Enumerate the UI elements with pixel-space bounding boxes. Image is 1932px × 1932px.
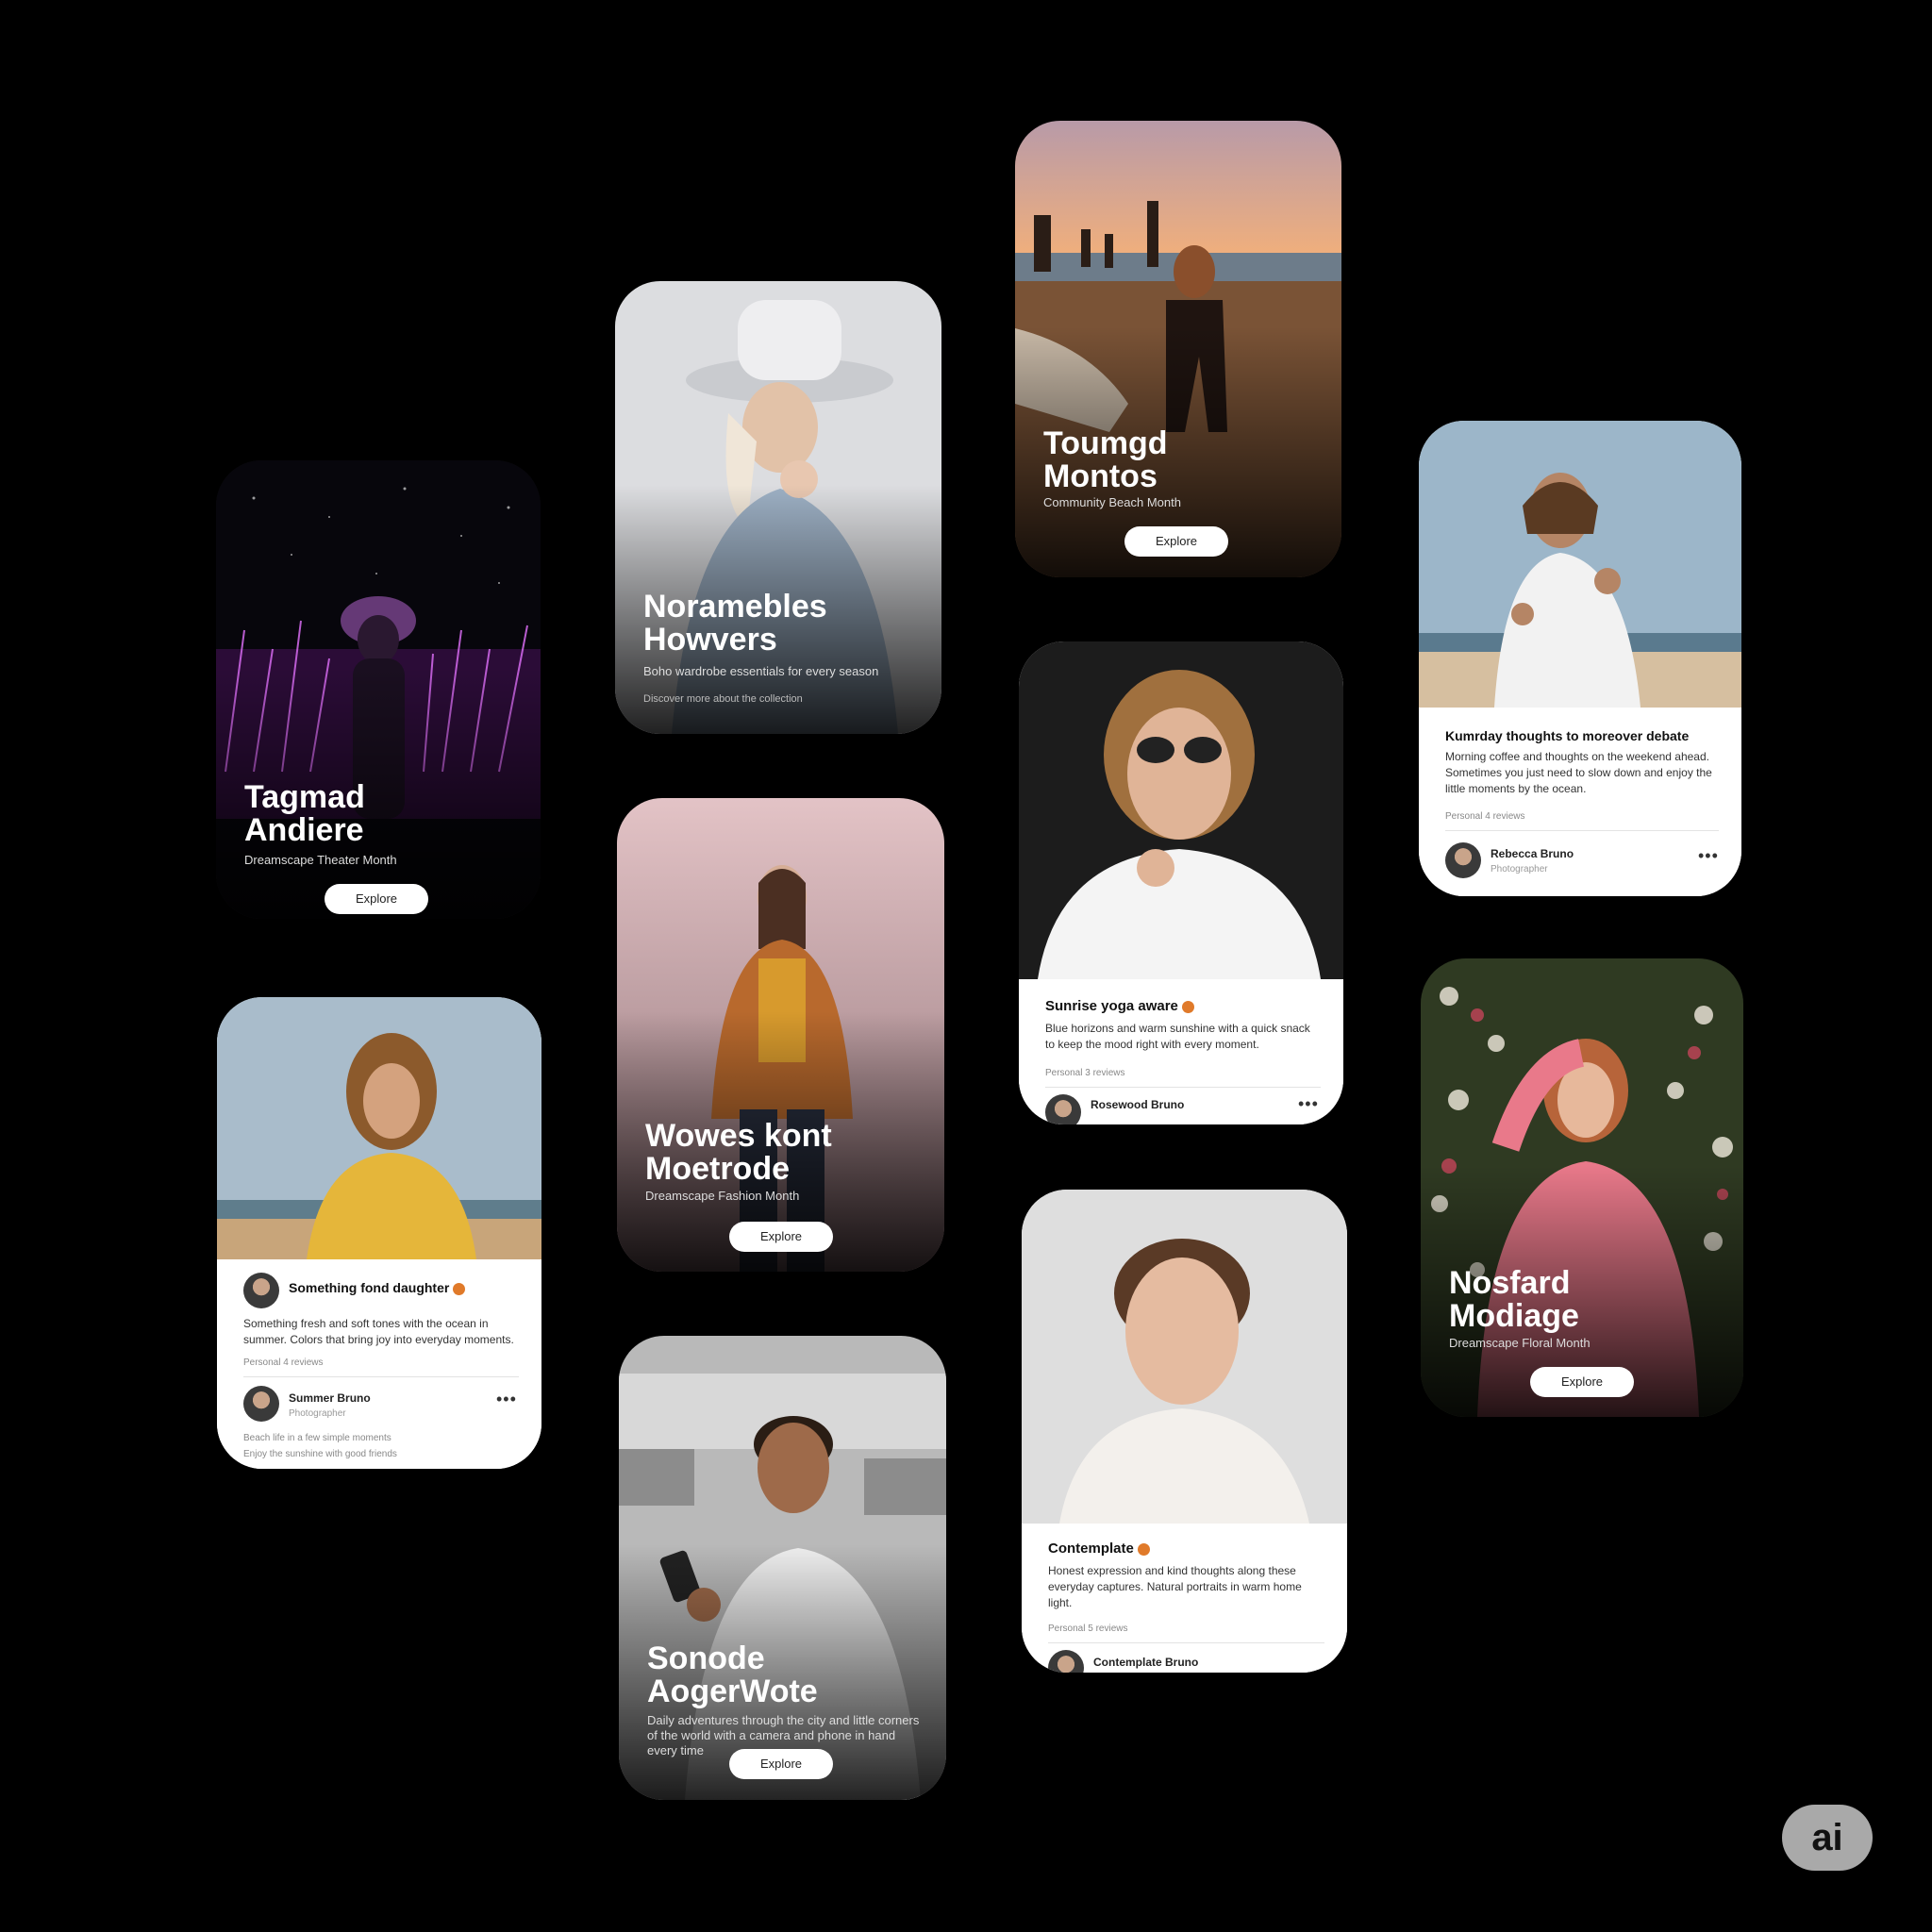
author-name[interactable]: Contemplate Bruno xyxy=(1093,1656,1198,1669)
author-name[interactable]: Summer Bruno xyxy=(289,1391,371,1405)
card-contemplate-post[interactable]: Contemplate Honest expression and kind t… xyxy=(1022,1190,1347,1673)
card-photo xyxy=(1419,421,1741,708)
explore-button[interactable]: Explore xyxy=(729,1749,833,1779)
divider xyxy=(1045,1087,1321,1088)
post-meta: Personal 4 reviews xyxy=(1445,811,1525,822)
card-title: Wowes kont Moetrode xyxy=(645,1118,832,1187)
card-subtitle: Dreamscape Fashion Month xyxy=(645,1189,800,1203)
emoji-icon xyxy=(453,1282,466,1295)
more-options-icon[interactable]: ••• xyxy=(496,1390,517,1409)
author-avatar[interactable] xyxy=(243,1273,279,1308)
explore-button[interactable]: Explore xyxy=(1124,526,1228,557)
post-footnote: Enjoy the sunshine with good friends xyxy=(243,1449,397,1459)
ai-badge-icon: ai xyxy=(1782,1805,1873,1871)
post-title: Contemplate xyxy=(1048,1541,1150,1557)
card-wowes-kont[interactable]: Wowes kont Moetrode Dreamscape Fashion Mo… xyxy=(617,798,944,1272)
divider xyxy=(1048,1642,1324,1643)
post-title-text: Sunrise yoga aware xyxy=(1045,998,1178,1014)
card-toumgd-montos[interactable]: Toumgd Montos Community Beach Month Explo… xyxy=(1015,121,1341,577)
emoji-icon xyxy=(1137,1542,1150,1556)
post-body: Morning coffee and thoughts on the weeke… xyxy=(1445,750,1712,795)
author-role: Photographer xyxy=(289,1408,346,1419)
post-title-text: Contemplate xyxy=(1048,1541,1134,1557)
card-title: Nosfard Modiage xyxy=(1449,1265,1579,1334)
card-subtitle: Boho wardrobe essentials for every seaso… xyxy=(643,664,879,678)
post-panel: Sunrise yoga aware Blue horizons and war… xyxy=(1019,979,1343,1124)
post-panel: Kumrday thoughts to moreover debate Morn… xyxy=(1419,708,1741,896)
author-avatar[interactable] xyxy=(1445,842,1481,878)
card-footnote: Discover more about the collection xyxy=(643,693,803,705)
author-avatar[interactable] xyxy=(1048,1650,1084,1673)
card-photo xyxy=(1022,1190,1347,1524)
post-title-text: Something fond daughter xyxy=(289,1280,450,1295)
card-sonode-aogerwote[interactable]: Sonode AogerWote Daily adventures through… xyxy=(619,1336,946,1800)
author-avatar[interactable] xyxy=(1045,1094,1081,1124)
post-meta: Personal 5 reviews xyxy=(1048,1624,1128,1634)
more-options-icon[interactable]: ••• xyxy=(1698,846,1719,866)
post-body: Something fresh and soft tones with the … xyxy=(243,1317,514,1346)
explore-button[interactable]: Explore xyxy=(325,884,428,914)
card-photo xyxy=(1019,641,1343,979)
card-tagmad-andiere[interactable]: Tagmad Andiere Dreamscape Theater Month E… xyxy=(216,460,541,919)
divider xyxy=(243,1376,519,1377)
post-title: Sunrise yoga aware xyxy=(1045,998,1194,1014)
card-title: Sonode AogerWote xyxy=(647,1641,818,1709)
author-name[interactable]: Rebecca Bruno xyxy=(1491,847,1574,860)
post-panel: Contemplate Honest expression and kind t… xyxy=(1022,1524,1347,1673)
card-nosfard-modiage[interactable]: Nosfard Modiage Dreamscape Floral Month E… xyxy=(1421,958,1743,1417)
card-kumrday-post[interactable]: Kumrday thoughts to moreover debate Morn… xyxy=(1419,421,1741,896)
divider xyxy=(1445,830,1719,831)
post-body: Honest expression and kind thoughts alon… xyxy=(1048,1564,1302,1609)
post-body: Blue horizons and warm sunshine with a q… xyxy=(1045,1022,1310,1051)
card-subtitle: Dreamscape Theater Month xyxy=(244,853,397,867)
emoji-icon xyxy=(1181,1000,1194,1013)
card-sunrise-post[interactable]: Sunrise yoga aware Blue horizons and war… xyxy=(1019,641,1343,1124)
author-avatar[interactable] xyxy=(243,1386,279,1422)
post-title: Kumrday thoughts to moreover debate xyxy=(1445,728,1690,743)
author-role: Photographer xyxy=(1491,864,1548,874)
post-footnote: Beach life in a few simple moments xyxy=(243,1433,391,1443)
card-title: Tagmad Andiere xyxy=(244,779,365,848)
explore-button[interactable]: Explore xyxy=(729,1222,833,1252)
card-photo xyxy=(217,997,541,1259)
author-name[interactable]: Rosewood Bruno xyxy=(1091,1098,1184,1111)
card-noramebles-howvers[interactable]: Noramebles Howvers Boho wardrobe essentia… xyxy=(615,281,941,734)
card-title: Toumgd Montos xyxy=(1043,425,1168,494)
card-title: Noramebles Howvers xyxy=(643,589,827,658)
post-meta: Personal 3 reviews xyxy=(1045,1068,1125,1078)
card-something-post[interactable]: Something fond daughter Something fresh … xyxy=(217,997,541,1469)
explore-button[interactable]: Explore xyxy=(1530,1367,1634,1397)
post-panel: Something fond daughter Something fresh … xyxy=(217,1259,541,1469)
card-subtitle: Dreamscape Floral Month xyxy=(1449,1336,1591,1350)
post-meta: Personal 4 reviews xyxy=(243,1357,324,1368)
card-subtitle: Community Beach Month xyxy=(1043,495,1181,509)
post-title: Something fond daughter xyxy=(289,1280,466,1295)
more-options-icon[interactable]: ••• xyxy=(1298,1094,1319,1114)
